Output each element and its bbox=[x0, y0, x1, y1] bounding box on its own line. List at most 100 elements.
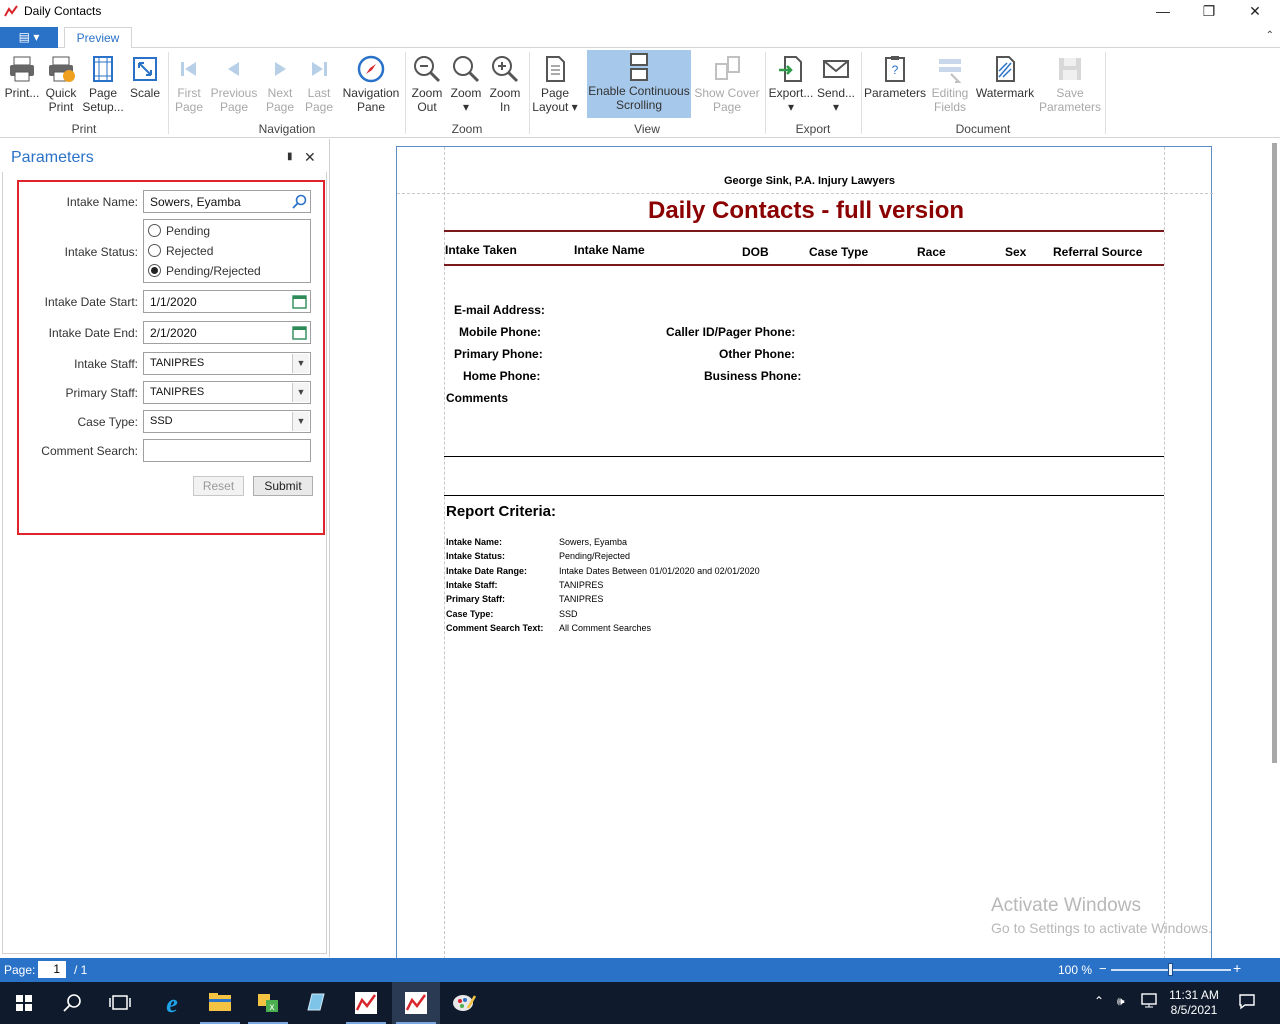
intake-staff-select[interactable]: TANIPRES ▼ bbox=[143, 352, 311, 375]
export-button[interactable]: Export... ▾ bbox=[768, 52, 814, 120]
status-bar: Page: 1 / 1 100 % − + bbox=[0, 958, 1280, 982]
report-criteria-title: Report Criteria: bbox=[446, 503, 557, 520]
reset-button[interactable]: Reset bbox=[193, 476, 244, 496]
last-page-label1: Last bbox=[307, 86, 331, 100]
previous-page-button[interactable]: Previous Page bbox=[210, 52, 258, 120]
previous-page-icon bbox=[228, 62, 239, 76]
criteria-label: Intake Status: bbox=[446, 551, 506, 561]
page-layout-label2: Layout ▾ bbox=[532, 100, 578, 114]
start-button[interactable] bbox=[0, 982, 48, 1024]
watermark-button[interactable]: Watermark bbox=[974, 52, 1036, 120]
page-setup-button[interactable]: Page Setup... bbox=[82, 52, 124, 120]
first-page-button[interactable]: First Page bbox=[170, 52, 208, 120]
radio-pending-rejected[interactable]: Pending/Rejected bbox=[148, 264, 261, 282]
navigation-pane-button[interactable]: Navigation Pane bbox=[340, 52, 402, 120]
action-center-button[interactable] bbox=[1238, 992, 1256, 1034]
radio-circle[interactable] bbox=[148, 224, 161, 237]
send-button[interactable]: Send... ▾ bbox=[815, 52, 857, 120]
intake-date-start-field[interactable]: 1/1/2020 bbox=[143, 290, 311, 313]
panel-close-icon[interactable]: ✕ bbox=[304, 149, 316, 166]
criteria-value: Intake Dates Between 01/01/2020 and 02/0… bbox=[559, 566, 760, 576]
search-button[interactable] bbox=[48, 982, 96, 1024]
quick-printer-icon bbox=[49, 56, 75, 82]
scale-button[interactable]: Scale bbox=[126, 52, 164, 120]
svg-text:?: ? bbox=[892, 63, 899, 77]
task-view-button[interactable] bbox=[96, 982, 144, 1024]
calendar-icon[interactable] bbox=[291, 324, 308, 341]
zoom-in-button[interactable]: Zoom In bbox=[486, 52, 524, 120]
submit-button[interactable]: Submit bbox=[253, 476, 313, 496]
radio-rejected-label: Rejected bbox=[166, 244, 214, 258]
last-page-icon bbox=[312, 62, 327, 76]
chevron-down-icon[interactable]: ▼ bbox=[292, 354, 309, 373]
quick-print-label2: Print bbox=[48, 100, 74, 114]
zoom-out-button[interactable]: Zoom Out bbox=[408, 52, 446, 120]
parameters-button[interactable]: ? Parameters bbox=[864, 52, 926, 120]
taskbar-internet-explorer[interactable]: e bbox=[148, 982, 196, 1024]
save-parameters-label1: Save bbox=[1056, 86, 1084, 100]
group-navigation-label: Navigation bbox=[258, 122, 316, 136]
page-number-input[interactable]: 1 bbox=[38, 961, 66, 978]
vertical-scrollbar[interactable] bbox=[1272, 143, 1277, 763]
radio-circle[interactable] bbox=[148, 244, 161, 257]
pin-icon[interactable]: ▮ bbox=[287, 151, 293, 162]
file-menu-tab[interactable]: ▤ ▾ bbox=[0, 27, 58, 48]
print-button[interactable]: Print... bbox=[2, 52, 42, 120]
report-title: Daily Contacts - full version bbox=[648, 197, 965, 224]
volume-icon[interactable]: 🕪 bbox=[1117, 994, 1125, 1036]
taskbar-settings-app[interactable] bbox=[440, 982, 488, 1024]
taskbar-chart-app-1[interactable] bbox=[342, 982, 390, 1024]
first-page-label2: Page bbox=[174, 100, 204, 114]
collapse-ribbon-icon[interactable]: ⌃ bbox=[1266, 30, 1274, 41]
chevron-down-icon[interactable]: ▼ bbox=[292, 383, 309, 402]
zoom-plus-icon[interactable]: + bbox=[1233, 960, 1241, 976]
close-icon[interactable]: ✕ bbox=[1232, 0, 1278, 24]
page-layout-button[interactable]: Page Layout ▾ bbox=[532, 52, 578, 120]
save-parameters-button[interactable]: Save Parameters bbox=[1038, 52, 1102, 120]
page-setup-label1: Page bbox=[88, 86, 118, 100]
taskbar-remote-app[interactable]: x bbox=[244, 982, 292, 1024]
last-page-button[interactable]: Last Page bbox=[300, 52, 338, 120]
editing-fields-button[interactable]: Editing Fields bbox=[928, 52, 972, 120]
taskbar: e x ⌃ 🕪 11:31 AM 8/5/2021 bbox=[0, 982, 1280, 1024]
zoom-slider-thumb[interactable] bbox=[1168, 963, 1173, 976]
radio-pending[interactable]: Pending bbox=[148, 224, 210, 242]
intake-date-start-value: 1/1/2020 bbox=[150, 295, 197, 309]
taskbar-file-explorer[interactable] bbox=[196, 982, 244, 1024]
editing-fields-label1: Editing bbox=[931, 86, 969, 100]
show-cover-page-button[interactable]: Show Cover Page bbox=[694, 52, 760, 120]
calendar-icon[interactable] bbox=[291, 293, 308, 310]
ribbon-tab-strip: ▤ ▾ Preview ⌃ bbox=[0, 24, 1280, 49]
zoom-minus-icon[interactable]: − bbox=[1099, 961, 1107, 976]
radio-rejected[interactable]: Rejected bbox=[148, 244, 213, 262]
search-icon[interactable] bbox=[291, 193, 308, 210]
group-zoom-label: Zoom bbox=[451, 122, 483, 136]
next-page-button[interactable]: Next Page bbox=[260, 52, 300, 120]
primary-staff-label: Primary Staff: bbox=[65, 386, 138, 400]
margin-guide bbox=[1164, 147, 1165, 959]
window-title: Daily Contacts bbox=[24, 4, 102, 18]
watermark-icon bbox=[996, 56, 1015, 82]
parameters-label: Parameters bbox=[864, 86, 927, 100]
intake-name-field[interactable]: Sowers, Eyamba bbox=[143, 190, 311, 213]
show-hidden-icons[interactable]: ⌃ bbox=[1094, 994, 1104, 1036]
intake-date-end-field[interactable]: 2/1/2020 bbox=[143, 321, 311, 344]
maximize-icon[interactable]: ❐ bbox=[1186, 0, 1232, 24]
intake-status-radio-group: Pending Rejected Pending/Rejected bbox=[143, 219, 311, 283]
chevron-down-icon[interactable]: ▼ bbox=[292, 412, 309, 431]
continuous-scrolling-toggle[interactable]: Enable Continuous Scrolling bbox=[587, 50, 691, 118]
tab-preview[interactable]: Preview bbox=[64, 27, 132, 49]
case-type-select[interactable]: SSD ▼ bbox=[143, 410, 311, 433]
zoom-dropdown-button[interactable]: Zoom ▾ bbox=[447, 52, 485, 120]
quick-print-button[interactable]: Quick Print bbox=[42, 52, 80, 120]
intake-staff-value: TANIPRES bbox=[150, 357, 205, 369]
title-rule bbox=[444, 230, 1164, 232]
minimize-icon[interactable]: — bbox=[1140, 0, 1186, 24]
primary-staff-select[interactable]: TANIPRES ▼ bbox=[143, 381, 311, 404]
comment-search-input[interactable] bbox=[143, 439, 311, 462]
taskbar-chart-app-2[interactable] bbox=[392, 982, 440, 1024]
radio-circle-selected[interactable] bbox=[148, 264, 161, 277]
taskbar-notepad-app[interactable] bbox=[292, 982, 340, 1024]
export-label1: Export... bbox=[768, 86, 814, 100]
network-icon[interactable] bbox=[1140, 992, 1164, 1034]
